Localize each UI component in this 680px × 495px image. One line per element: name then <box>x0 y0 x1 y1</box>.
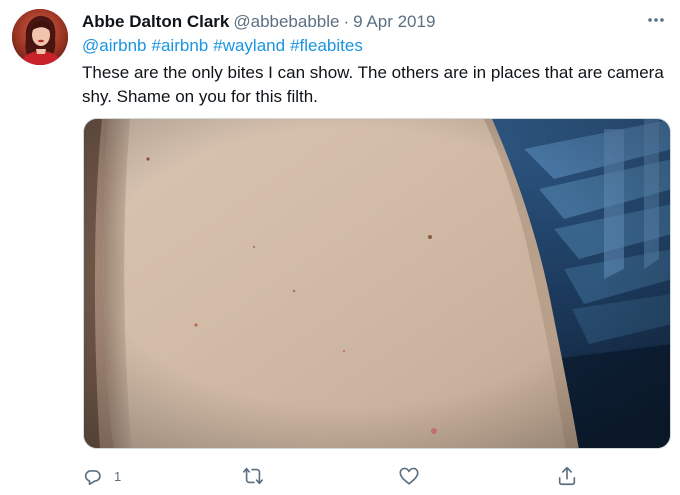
share-icon <box>558 466 576 486</box>
tweet-header: Abbe Dalton Clark @abbebabble · 9 Apr 20… <box>82 11 435 33</box>
hashtag-airbnb[interactable]: #airbnb <box>152 36 209 55</box>
reply-count: 1 <box>114 468 122 484</box>
tweet-text: These are the only bites I can show. The… <box>82 63 664 106</box>
tweet-tags: @airbnb #airbnb #wayland #fleabites <box>82 35 368 57</box>
more-options-button[interactable] <box>645 10 667 30</box>
avatar[interactable] <box>12 9 68 65</box>
hashtag-fleabites[interactable]: #fleabites <box>290 36 363 55</box>
mention-airbnb[interactable]: @airbnb <box>82 36 147 55</box>
display-name[interactable]: Abbe Dalton Clark <box>82 11 229 33</box>
photo-of-arm-with-bites <box>84 119 670 448</box>
tweet-date[interactable]: 9 Apr 2019 <box>353 11 435 33</box>
hashtag-wayland[interactable]: #wayland <box>213 36 285 55</box>
separator: · <box>343 12 350 31</box>
like-button[interactable] <box>398 462 420 490</box>
tweet-media[interactable] <box>83 118 671 449</box>
reply-icon <box>84 470 101 486</box>
share-button[interactable] <box>556 462 578 490</box>
avatar-image <box>12 9 68 65</box>
user-handle[interactable]: @abbebabble <box>233 11 339 33</box>
retweet-button[interactable] <box>241 462 265 490</box>
reply-button[interactable]: 1 <box>82 462 121 490</box>
tweet: Abbe Dalton Clark @abbebabble · 9 Apr 20… <box>0 0 680 495</box>
heart-icon <box>399 467 419 485</box>
more-dots-icon <box>648 18 664 22</box>
tweet-actions: 1 <box>0 462 680 490</box>
retweet-icon <box>243 467 263 485</box>
